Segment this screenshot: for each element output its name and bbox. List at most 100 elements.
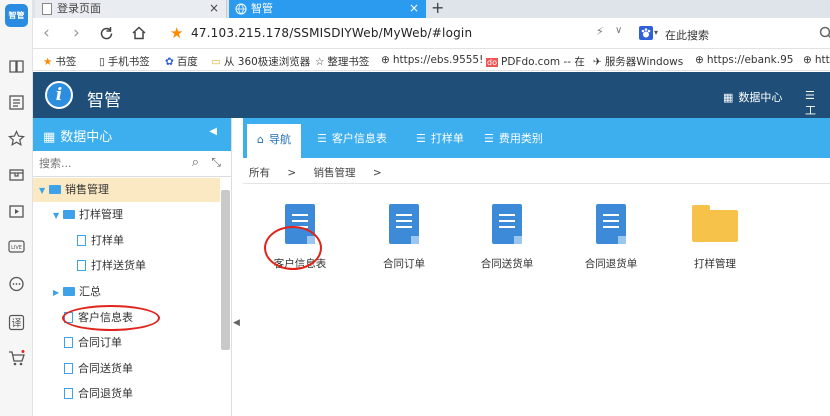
breadcrumb-separator: > xyxy=(287,167,297,179)
sidebar-toggle-icon[interactable]: ◀ xyxy=(233,318,240,328)
tile-label: 打样管理 xyxy=(694,258,736,270)
bookmark-item[interactable]: ⊕ https://ebank.95 xyxy=(695,54,793,66)
reload-icon[interactable] xyxy=(99,26,114,41)
translate-icon[interactable]: 译 xyxy=(8,314,25,331)
list-icon: ☰ xyxy=(416,132,426,145)
list-icon: ☰ xyxy=(317,132,327,145)
tab-label: 登录页面 xyxy=(57,2,101,15)
home-icon: ⌂ xyxy=(257,133,264,146)
tab-expense-category[interactable]: ☰ 费用类别 xyxy=(484,130,543,146)
forward-icon[interactable]: › xyxy=(73,23,80,43)
star-icon[interactable] xyxy=(8,130,25,147)
document-icon xyxy=(596,204,626,244)
tree-item-contract-delivery[interactable]: 合同送货单 xyxy=(64,357,133,381)
bookmark-item[interactable]: do PDFdo.com -- 在 xyxy=(486,54,585,69)
sidebar-search-input[interactable] xyxy=(39,157,179,170)
box-icon[interactable] xyxy=(8,166,25,183)
bookmark-item[interactable]: ✈ 服务器Windows xyxy=(593,54,683,69)
tree-item-summary[interactable]: ▶ 汇总 xyxy=(53,280,101,304)
tree-item-sample-delivery[interactable]: 打样送货单 xyxy=(77,254,146,278)
bookmark-star-icon[interactable]: ★ xyxy=(170,24,183,42)
sidebar-search: ⌕ ⤡ xyxy=(33,151,231,177)
reader-icon[interactable] xyxy=(8,94,25,111)
home-icon[interactable] xyxy=(131,25,147,41)
globe-icon xyxy=(235,3,247,15)
cart-icon[interactable] xyxy=(8,350,25,367)
video-icon[interactable] xyxy=(8,203,25,220)
tile-label: 合同退货单 xyxy=(584,258,638,270)
tab-navigation[interactable]: ⌂ 导航 xyxy=(247,124,301,158)
file-icon xyxy=(64,337,73,348)
bookmark-item[interactable]: ▭ 从 360极速浏览器 xyxy=(211,54,310,69)
svg-text:LIVE: LIVE xyxy=(11,245,22,251)
document-icon xyxy=(389,204,419,244)
chat-icon[interactable] xyxy=(8,276,25,293)
new-tab-button[interactable]: + xyxy=(431,0,444,17)
browser-tab-login[interactable]: 登录页面 × xyxy=(35,0,227,18)
header-link-data-center[interactable]: ▦ 数据中心 xyxy=(723,89,782,105)
url-input[interactable]: 47.103.215.178/SSMISDIYWeb/MyWeb/#login xyxy=(191,26,472,40)
bookmarks-bar: ★ 书签 ▯ 手机书签 ✿ 百度 ▭ 从 360极速浏览器 ☆ 整理书签 ⊕ https:/… xyxy=(33,49,830,71)
tree-item-contract-return[interactable]: 合同退货单 xyxy=(64,382,133,406)
grid-icon: ▦ xyxy=(43,130,56,145)
list-icon: ☰ xyxy=(805,89,815,102)
tab-customer-info[interactable]: ☰ 客户信息表 xyxy=(317,130,387,146)
app-header: i 智管 ▦ 数据中心 ☰工 xyxy=(33,72,830,118)
search-icon[interactable]: ⌕ xyxy=(192,155,199,170)
back-icon[interactable]: ‹ xyxy=(43,23,50,43)
folder-icon xyxy=(63,210,75,219)
sidebar-scrollbar[interactable] xyxy=(221,190,230,350)
tab-label: 智管 xyxy=(251,2,273,15)
collapse-left-icon[interactable]: ◀ xyxy=(209,126,217,137)
document-icon xyxy=(492,204,522,244)
app-title: 智管 xyxy=(87,91,121,111)
tree-item-sample-mgmt[interactable]: ▼ 打样管理 xyxy=(53,203,123,227)
browser-search-input[interactable]: 在此搜索 xyxy=(665,27,709,43)
bookmark-item[interactable]: ☆ 整理书签 xyxy=(315,54,369,69)
address-bar: ‹ › ★ 47.103.215.178/SSMISDIYWeb/MyWeb/#… xyxy=(33,18,830,49)
highlight-ring xyxy=(62,305,160,331)
file-icon xyxy=(64,363,73,374)
tree-item-sales[interactable]: ▼ 销售管理 xyxy=(33,178,220,202)
info-logo-icon: i xyxy=(45,81,73,109)
page-icon xyxy=(42,3,52,15)
folder-icon xyxy=(49,185,61,194)
bolt-icon[interactable]: ⚡ xyxy=(596,25,604,38)
folder-icon xyxy=(63,287,75,296)
breadcrumb: 所有 > 销售管理 > xyxy=(249,165,396,180)
shrink-icon[interactable]: ⤡ xyxy=(211,155,221,170)
file-icon xyxy=(77,235,86,246)
header-link-tools[interactable]: ☰工 xyxy=(805,89,830,118)
close-icon[interactable]: × xyxy=(409,0,419,17)
highlight-ring xyxy=(264,226,322,270)
app-sidebar: ▦数据中心 ◀ ⌕ ⤡ ▼销售管理 ▼打样管理 打样单 打样送货单 ▶汇总 客户… xyxy=(33,118,232,416)
breadcrumb-item[interactable]: 销售管理 xyxy=(314,167,356,179)
engine-dropdown-icon[interactable]: ▾ xyxy=(654,28,658,37)
book-icon[interactable] xyxy=(8,58,25,75)
browser-tab-active[interactable]: 智管 × xyxy=(229,0,426,18)
svg-text:译: 译 xyxy=(12,318,22,330)
browser-tab-bar: 登录页面 × 智管 × + xyxy=(33,0,830,18)
bookmark-item[interactable]: ⊕ https://ebs.9555! xyxy=(381,54,483,66)
sidebar-header: ▦ 数据中心 ◀ xyxy=(33,118,231,151)
file-icon xyxy=(77,260,86,271)
chevron-down-icon[interactable]: ∨ xyxy=(615,25,622,36)
breadcrumb-item[interactable]: 所有 xyxy=(249,167,270,179)
app-logo-icon[interactable]: 智管 xyxy=(5,4,28,27)
folder-icon xyxy=(692,205,738,242)
content-tab-bar: ⌂ 导航 ☰ 客户信息表 ☰ 打样单 ☰ 费用类别 xyxy=(243,118,830,158)
search-icon[interactable] xyxy=(819,26,830,40)
file-icon xyxy=(64,388,73,399)
bookmark-item[interactable]: ✿ 百度 xyxy=(165,54,198,69)
chevron-down-icon[interactable]: ▼ xyxy=(39,179,49,203)
tab-sample-order[interactable]: ☰ 打样单 xyxy=(416,130,464,146)
bookmark-item[interactable]: ⊕ htt xyxy=(803,54,830,66)
live-icon[interactable]: LIVE xyxy=(8,238,25,255)
tree-item-sample-order[interactable]: 打样单 xyxy=(77,229,124,253)
tree-item-contract-order[interactable]: 合同订单 xyxy=(64,331,122,355)
chevron-right-icon[interactable]: ▶ xyxy=(53,281,63,305)
bookmark-item[interactable]: ★ 书签 xyxy=(43,54,76,69)
close-icon[interactable]: × xyxy=(209,0,219,17)
bookmark-item[interactable]: ▯ 手机书签 xyxy=(99,54,150,69)
chevron-down-icon[interactable]: ▼ xyxy=(53,204,63,228)
